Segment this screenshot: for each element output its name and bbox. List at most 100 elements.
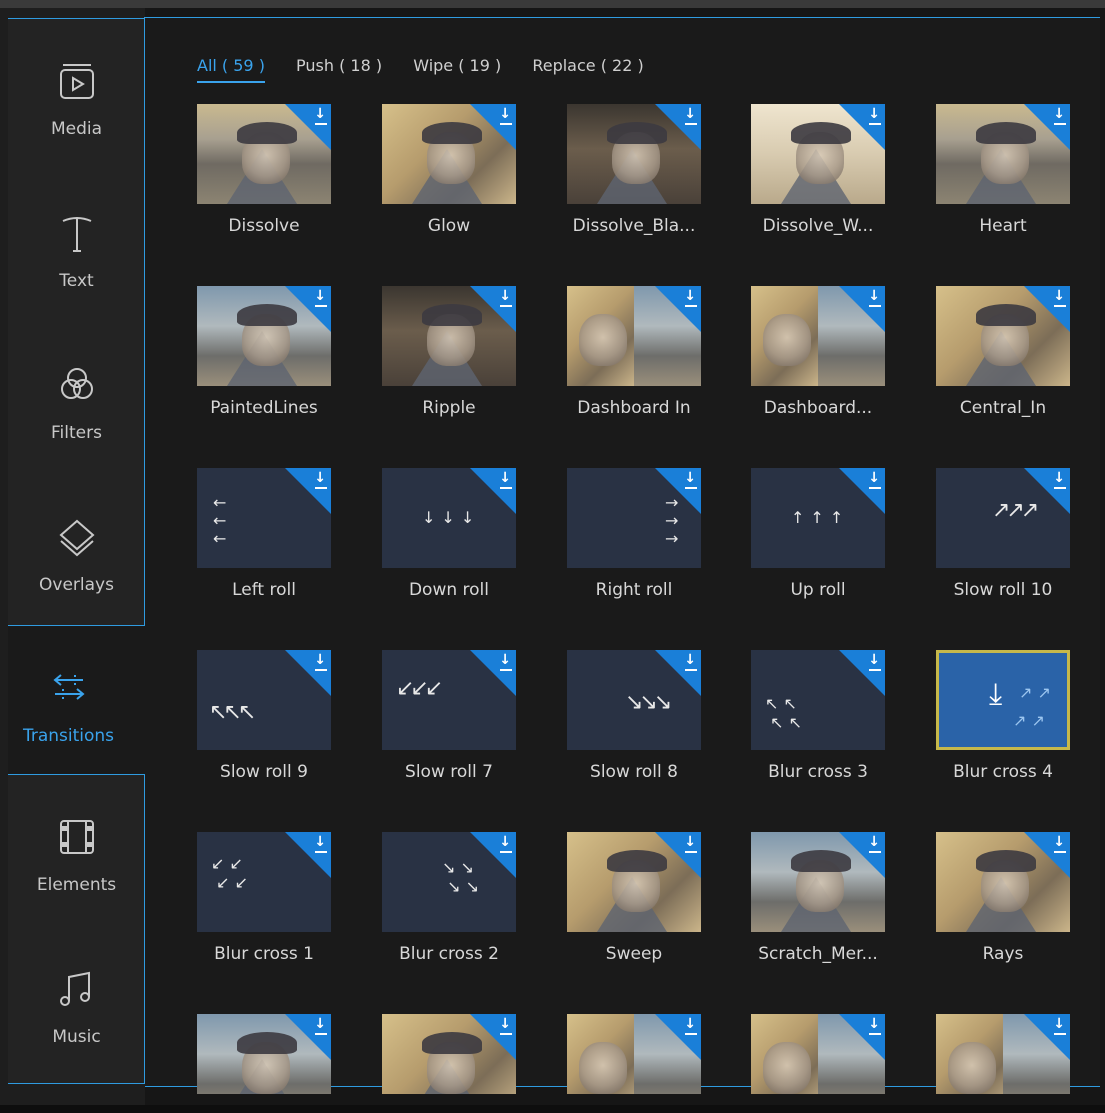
transition-thumbnail[interactable]: ↓: [382, 286, 516, 386]
transition-thumbnail[interactable]: ↓: [936, 1014, 1070, 1094]
sidebar-item-transitions[interactable]: Transitions: [0, 626, 137, 776]
filters-icon: [60, 368, 93, 399]
transition-thumbnail[interactable]: ↓: [197, 286, 331, 386]
transition-thumbnail[interactable]: ↓: [936, 832, 1070, 932]
transition-thumbnail[interactable]: ↓: [751, 286, 885, 386]
download-icon: ↓: [684, 1016, 697, 1035]
tab-wipe[interactable]: Wipe ( 19 ): [413, 56, 501, 81]
transition-thumbnail[interactable]: ↖ ↖ ↖ ↖ ↓: [751, 650, 885, 750]
transition-label: Slow roll 9: [220, 762, 308, 782]
music-icon: [59, 971, 90, 1006]
download-icon: ↓: [499, 106, 512, 125]
transition-thumbnail[interactable]: ↘↘↘ ↓: [567, 650, 701, 750]
category-tabs: All ( 59 ) Push ( 18 ) Wipe ( 19 ) Repla…: [197, 56, 670, 86]
sidebar-item-media[interactable]: Media: [8, 19, 145, 169]
transition-label: Blur cross 2: [399, 944, 499, 964]
sidebar-item-filters[interactable]: Filters: [8, 323, 145, 473]
download-icon: ↓: [314, 1016, 327, 1035]
download-icon: ↓: [499, 470, 512, 489]
sidebar-item-elements[interactable]: Elements: [8, 775, 145, 925]
sidebar-item-music[interactable]: Music: [8, 927, 145, 1077]
download-icon: ↓: [499, 652, 512, 671]
transition-label: Slow roll 8: [590, 762, 678, 782]
blur-cross-arrows-icon: ⤓ ↗ ↗ ↗ ↗: [989, 677, 1051, 730]
transition-thumbnail[interactable]: ↓: [751, 832, 885, 932]
transition-thumbnail[interactable]: ↓: [567, 286, 701, 386]
transition-thumbnail[interactable]: ↓: [936, 286, 1070, 386]
transition-label: Heart: [979, 216, 1027, 236]
download-icon: ↓: [868, 1016, 881, 1035]
transition-thumbnail[interactable]: ↖↖↖ ↓: [197, 650, 331, 750]
transition-thumbnail[interactable]: ↙ ↙ ↙ ↙ ↓: [197, 832, 331, 932]
transition-thumbnail[interactable]: ↓: [197, 104, 331, 204]
transition-thumbnail[interactable]: ⤓ ↗ ↗ ↗ ↗: [936, 650, 1070, 750]
tab-push[interactable]: Push ( 18 ): [296, 56, 382, 81]
media-icon: [59, 64, 94, 99]
sidebar-group-top: Media Text Filters Overlays: [8, 18, 145, 626]
download-icon: ↓: [314, 470, 327, 489]
sidebar-item-text[interactable]: Text: [8, 171, 145, 321]
transition-thumbnail[interactable]: ↓: [936, 104, 1070, 204]
transition-label: Dissolve_Bla...: [572, 216, 696, 236]
transition-thumbnail[interactable]: ↘ ↘ ↘ ↘ ↓: [382, 832, 516, 932]
transition-thumbnail[interactable]: ↑↑↑ ↓: [751, 468, 885, 568]
transition-label: Blur cross 1: [214, 944, 314, 964]
transition-grid: ↓ Dissolve ↓ Glow ↓ Dissolve_Bla... ↓ Dissolve_…: [197, 104, 1097, 1094]
sidebar-item-label: Filters: [51, 423, 102, 443]
overlays-icon: [58, 519, 95, 557]
download-icon: ↓: [314, 652, 327, 671]
transition-thumbnail[interactable]: ↓: [751, 1014, 885, 1094]
preview-dog: [948, 1042, 996, 1094]
transition-thumbnail[interactable]: ↓: [197, 1014, 331, 1094]
transition-thumbnail[interactable]: ↗↗↗ ↓: [936, 468, 1070, 568]
transition-thumbnail[interactable]: ↓↓↓ ↓: [382, 468, 516, 568]
transition-thumbnail[interactable]: ↓: [751, 104, 885, 204]
transition-label: Central_In: [959, 398, 1047, 418]
transition-label: Blur cross 3: [768, 762, 868, 782]
transition-label: PaintedLines: [210, 398, 318, 418]
transition-label: Rays: [982, 944, 1024, 964]
transition-label: Right roll: [595, 580, 673, 600]
download-icon: ↓: [1053, 470, 1066, 489]
preview-dog: [763, 1042, 811, 1094]
download-icon: ↓: [499, 834, 512, 853]
transition-label: Sweep: [605, 944, 663, 964]
download-icon: ↓: [314, 106, 327, 125]
transition-thumbnail[interactable]: ↓: [567, 832, 701, 932]
preview-image-left: [567, 1014, 634, 1094]
preview-image-left: [751, 1014, 818, 1094]
sidebar: Media Text Filters Overlays Transitions …: [0, 8, 145, 1105]
transition-thumbnail[interactable]: ← ← ← ↓: [197, 468, 331, 568]
transition-label: Left roll: [232, 580, 296, 600]
download-icon: ↓: [868, 834, 881, 853]
tab-all[interactable]: All ( 59 ): [197, 56, 265, 83]
tab-replace[interactable]: Replace ( 22 ): [532, 56, 643, 81]
download-icon: ↓: [868, 288, 881, 307]
transition-thumbnail[interactable]: ↓: [567, 104, 701, 204]
download-icon: ↓: [684, 470, 697, 489]
download-icon: ↓: [684, 834, 697, 853]
sidebar-item-overlays[interactable]: Overlays: [8, 475, 145, 625]
sidebar-item-label: Text: [59, 271, 94, 291]
sidebar-item-label: Music: [52, 1027, 101, 1047]
transition-thumbnail[interactable]: ↓: [382, 104, 516, 204]
download-icon: ↓: [314, 834, 327, 853]
transition-thumbnail[interactable]: ↓: [382, 1014, 516, 1094]
transition-label: Blur cross 4: [953, 762, 1053, 782]
transition-thumbnail[interactable]: ↙↙↙ ↓: [382, 650, 516, 750]
window-top-edge: [0, 0, 1105, 8]
preview-dog: [579, 1042, 627, 1094]
transition-label: Slow roll 10: [953, 580, 1053, 600]
transition-thumbnail[interactable]: ↓: [567, 1014, 701, 1094]
download-icon: ↓: [1053, 1016, 1066, 1035]
download-icon: ↓: [1053, 834, 1066, 853]
download-icon: ↓: [684, 652, 697, 671]
download-icon: ↓: [684, 288, 697, 307]
transition-label: Dashboard...: [763, 398, 873, 418]
window-bottom-edge: [0, 1105, 1105, 1113]
download-icon: ↓: [1053, 288, 1066, 307]
preview-image-left: [567, 286, 634, 386]
transition-thumbnail[interactable]: → → → ↓: [567, 468, 701, 568]
download-icon: ↓: [868, 470, 881, 489]
transition-label: Down roll: [408, 580, 490, 600]
